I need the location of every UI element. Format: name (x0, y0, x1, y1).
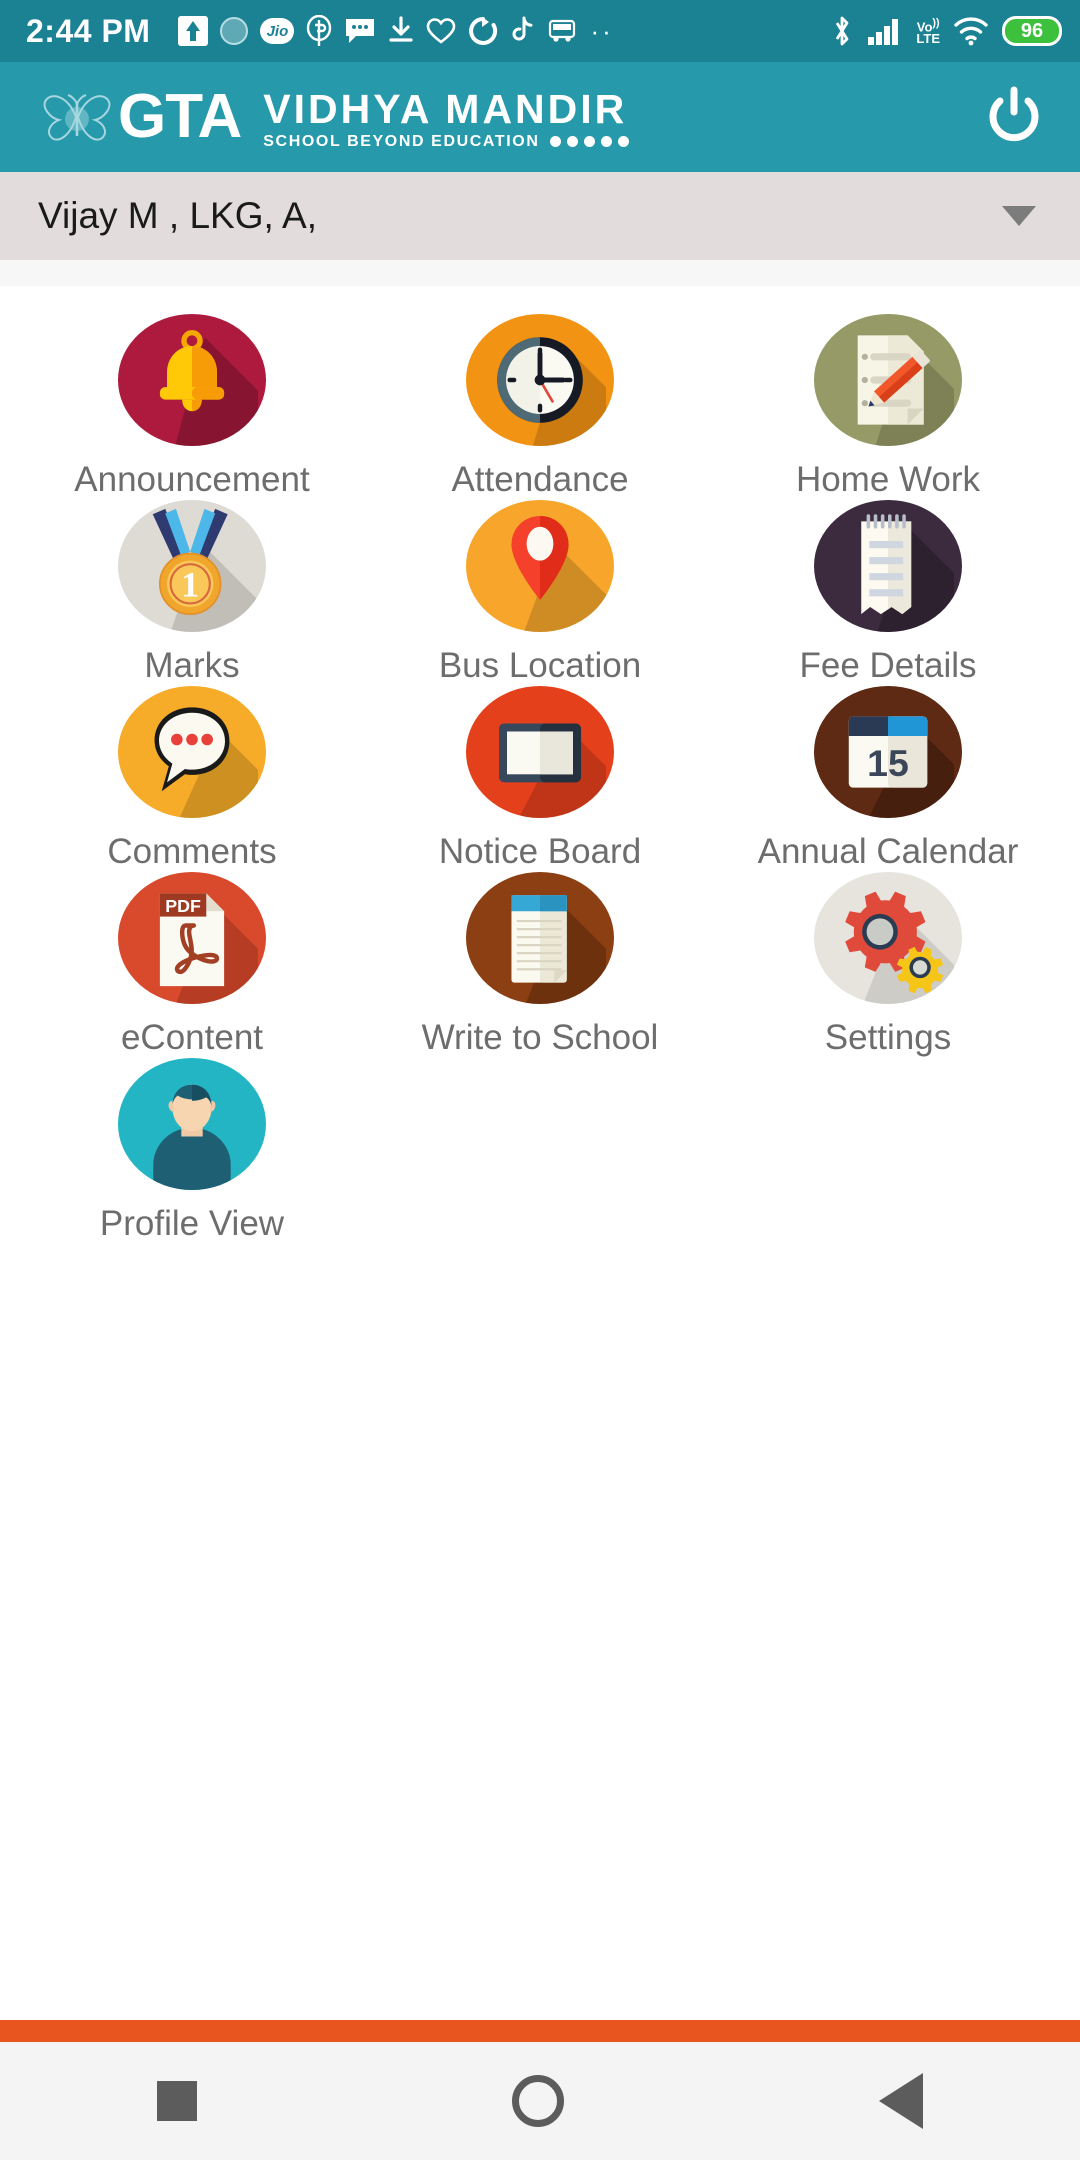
signal-bars-icon (867, 16, 903, 46)
menu-item-fee-details[interactable]: Fee Details (714, 500, 1062, 686)
volte-icon: Vo)) LTE (916, 16, 940, 47)
message-icon (344, 17, 376, 45)
menu-item-notice-board[interactable]: Notice Board (366, 686, 714, 872)
menu-label: Home Work (795, 460, 981, 499)
notepad-icon (814, 500, 962, 632)
tagline-dots-icon (549, 136, 629, 147)
profile-icon (118, 1058, 266, 1190)
clock-icon (466, 314, 614, 446)
student-selector-value: Vijay M , LKG, A, (38, 195, 317, 236)
menu-label: Attendance (451, 460, 629, 499)
status-time: 2:44 PM (26, 12, 151, 49)
menu-label: Bus Location (438, 646, 642, 685)
bottom-accent-bar (0, 2020, 1080, 2042)
butterfly-logo-icon (40, 86, 114, 148)
selector-divider (0, 260, 1080, 286)
menu-label: Fee Details (799, 646, 977, 685)
tiktok-icon (510, 16, 534, 46)
menu-label: eContent (120, 1018, 264, 1057)
more-dots-icon: ·· (590, 16, 614, 46)
battery-icon: 96 (1002, 16, 1062, 46)
circle-badge-icon (220, 17, 249, 45)
homework-icon (814, 314, 962, 446)
chevron-down-icon[interactable] (1002, 206, 1036, 226)
menu-label: Announcement (74, 460, 310, 499)
menu-label: Profile View (99, 1204, 285, 1243)
download-icon (388, 16, 414, 46)
pdf-label: PDF (165, 896, 201, 916)
gears-icon (814, 872, 962, 1004)
menu-item-annual-calendar[interactable]: 15 Annual Calendar (714, 686, 1062, 872)
menu-item-comments[interactable]: Comments (18, 686, 366, 872)
menu-item-write-to-school[interactable]: Write to School (366, 872, 714, 1058)
bluetooth-icon (830, 14, 854, 48)
app-screen: 2:44 PM Jio ·· Vo)) LTE 96 GTA VIDHYA MA… (0, 0, 1080, 2160)
android-nav-bar (0, 2042, 1080, 2160)
comment-icon (118, 686, 266, 818)
status-bar-left: 2:44 PM Jio ·· (26, 13, 830, 50)
status-bar: 2:44 PM Jio ·· Vo)) LTE 96 (0, 0, 1080, 62)
menu-item-marks[interactable]: 1 Marks (18, 500, 366, 686)
menu-item-econtent[interactable]: PDF eContent (18, 872, 366, 1058)
gta-logo-text: GTA (118, 82, 242, 151)
recents-square-icon[interactable] (157, 2081, 198, 2121)
menu-item-home-work[interactable]: Home Work (714, 314, 1062, 500)
menu-item-profile-view[interactable]: Profile View (18, 1058, 366, 1244)
school-tagline: SCHOOL BEYOND EDUCATION (263, 132, 540, 150)
app-header: GTA VIDHYA MANDIR SCHOOL BEYOND EDUCATIO… (0, 62, 1080, 172)
back-triangle-icon[interactable] (878, 2073, 923, 2129)
heart-icon (426, 17, 456, 45)
menu-label: Write to School (421, 1018, 659, 1057)
notebook-icon (466, 872, 614, 1004)
menu-label: Marks (144, 646, 240, 685)
menu-label: Annual Calendar (757, 832, 1019, 871)
upload-arrow-icon (178, 16, 209, 46)
brand-block: GTA VIDHYA MANDIR SCHOOL BEYOND EDUCATIO… (40, 84, 978, 151)
student-selector[interactable]: Vijay M , LKG, A, (0, 172, 1080, 260)
calendar-day: 15 (867, 742, 909, 784)
jio-icon: Jio (260, 18, 295, 44)
pdf-icon: PDF (118, 872, 266, 1004)
redbus-icon (546, 18, 578, 44)
menu-item-bus-location[interactable]: Bus Location (366, 500, 714, 686)
menu-label: Settings (824, 1018, 952, 1057)
menu-item-announcement[interactable]: Announcement (18, 314, 366, 500)
sync-icon (468, 16, 498, 46)
map-pin-icon (466, 500, 614, 632)
board-icon (466, 686, 614, 818)
status-bar-right: Vo)) LTE 96 (830, 14, 1062, 48)
power-icon[interactable] (978, 81, 1050, 153)
medal-number: 1 (181, 564, 199, 604)
menu-label: Comments (107, 832, 277, 871)
tagline-row: SCHOOL BEYOND EDUCATION (263, 132, 629, 151)
wifi-icon (953, 16, 989, 46)
school-name: VIDHYA MANDIR (263, 85, 628, 132)
school-name-block: VIDHYA MANDIR SCHOOL BEYOND EDUCATION (263, 84, 629, 151)
menu-item-settings[interactable]: Settings (714, 872, 1062, 1058)
menu-label: Notice Board (438, 832, 642, 871)
medal-icon: 1 (118, 500, 266, 632)
menu-grid: Announcement Attendance Home Work 1 Mark… (0, 286, 1080, 2020)
menu-item-attendance[interactable]: Attendance (366, 314, 714, 500)
bell-icon (118, 314, 266, 446)
calendar-icon: 15 (814, 686, 962, 818)
home-circle-icon[interactable] (511, 2075, 564, 2127)
paytm-icon (306, 15, 332, 47)
battery-level: 96 (1020, 19, 1044, 42)
